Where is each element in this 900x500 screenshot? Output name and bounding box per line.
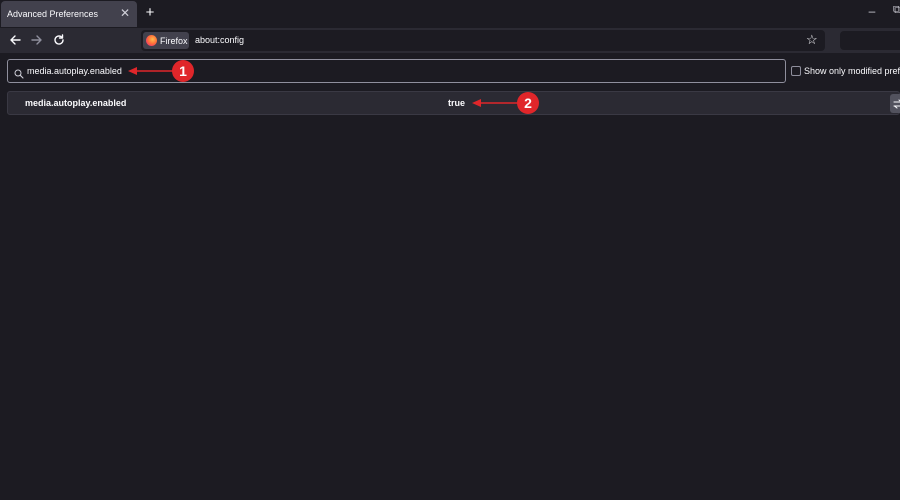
preference-name: media.autoplay.enabled xyxy=(25,98,127,108)
tab-strip: Advanced Preferences ✕ + – ⧉ xyxy=(0,0,900,28)
toggle-icon xyxy=(893,98,900,109)
tab-advanced-preferences[interactable]: Advanced Preferences ✕ xyxy=(1,1,137,27)
url-bar[interactable]: Firefox about:config ☆ xyxy=(141,30,825,51)
toolbar-extension-area xyxy=(840,31,900,50)
annotation-arrow-2 xyxy=(472,99,518,107)
firefox-logo-icon xyxy=(146,35,157,46)
search-input[interactable]: media.autoplay.enabled xyxy=(27,66,122,76)
toggle-button[interactable] xyxy=(890,94,900,113)
forward-arrow-icon[interactable] xyxy=(29,32,45,48)
annotation-callout-1: 1 xyxy=(172,60,194,82)
show-modified-label[interactable]: Show only modified preferences xyxy=(804,66,900,76)
preference-row[interactable]: media.autoplay.enabled true xyxy=(7,91,900,115)
identity-box[interactable]: Firefox xyxy=(143,32,189,49)
close-icon[interactable]: ✕ xyxy=(119,7,131,19)
identity-label: Firefox xyxy=(160,35,188,46)
back-arrow-icon[interactable] xyxy=(7,32,23,48)
new-tab-button[interactable]: + xyxy=(142,5,158,21)
search-icon xyxy=(14,66,26,79)
restore-icon[interactable]: ⧉ xyxy=(893,4,900,18)
minimize-icon[interactable]: – xyxy=(866,4,878,18)
preference-value[interactable]: true xyxy=(448,98,465,108)
tab-title: Advanced Preferences xyxy=(7,9,99,19)
bookmark-star-icon[interactable]: ☆ xyxy=(806,32,818,48)
preference-search-box[interactable]: media.autoplay.enabled xyxy=(7,59,786,83)
show-modified-checkbox[interactable] xyxy=(791,66,801,76)
url-text[interactable]: about:config xyxy=(195,35,244,45)
reload-icon[interactable] xyxy=(51,32,67,48)
navigation-toolbar: Firefox about:config ☆ xyxy=(0,28,900,53)
annotation-callout-2: 2 xyxy=(517,92,539,114)
annotation-arrow-1 xyxy=(128,67,176,75)
